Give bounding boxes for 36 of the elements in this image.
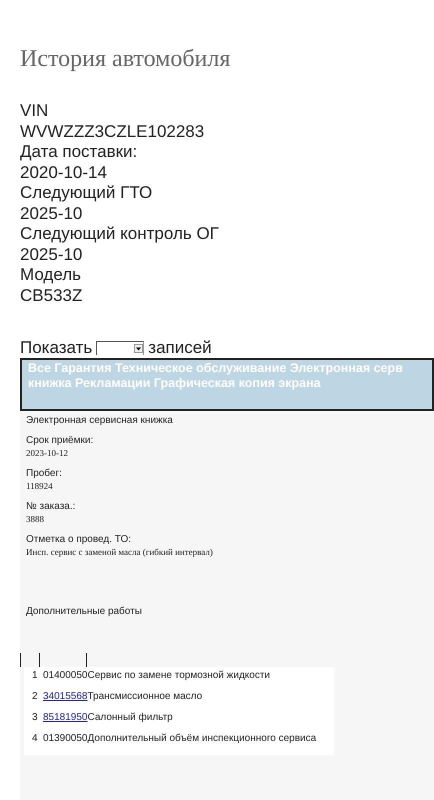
row-number: 4 xyxy=(32,732,39,746)
row-number: 3 xyxy=(32,711,39,725)
detail-value: 2025-10 xyxy=(20,204,84,224)
work-name: Трансмиссионное масло xyxy=(88,691,202,702)
field-label: Отметка о провед. ТО: xyxy=(26,534,132,546)
field-label: № заказа.: xyxy=(26,501,76,513)
field-value: Инсп. сервис с заменой масла (гибкий интервал) xyxy=(26,546,214,558)
page-title: История автомобиля xyxy=(20,45,232,73)
detail-value: 2025-10 xyxy=(20,244,84,265)
entries-dropdown[interactable] xyxy=(96,341,144,355)
field-label: Срок приёмки: xyxy=(26,435,94,447)
row-number: 1 xyxy=(32,669,39,683)
field-value: 2023-10-12 xyxy=(26,447,69,459)
work-name: Дополнительный объём инспекционного сервиса xyxy=(88,733,316,744)
part-code-link[interactable]: 34015568 xyxy=(43,691,88,702)
field-value: 118924 xyxy=(26,480,54,492)
detail-label: VIN xyxy=(20,101,50,122)
detail-label: Дата поставки: xyxy=(20,142,138,162)
row-number: 2 xyxy=(32,690,39,704)
field-label: Пробег: xyxy=(26,468,63,480)
detail-label: Следующий ГТО xyxy=(20,183,154,204)
detail-value: 2020-10-14 xyxy=(20,162,108,183)
extra-works-heading: Дополнительные работы xyxy=(26,606,143,617)
part-code-link[interactable]: 85181950 xyxy=(43,712,88,723)
entries-label: записей xyxy=(148,338,212,358)
part-code: 01400050 xyxy=(43,670,88,681)
work-name: Салонный фильтр xyxy=(88,712,173,723)
detail-label: Следующий контроль ОГ xyxy=(20,224,220,244)
detail-value: WVWZZZ3CZLE102283 xyxy=(20,122,206,142)
field-value: 3888 xyxy=(26,513,45,525)
record-heading: Электронная сервисная книжка xyxy=(26,415,174,426)
work-name: Сервис по замене тормозной жидкости xyxy=(88,670,270,681)
detail-value: CB533Z xyxy=(20,286,84,306)
show-label: Показать xyxy=(20,338,92,358)
detail-label: Модель xyxy=(20,265,82,286)
part-code: 01390050 xyxy=(43,733,88,744)
